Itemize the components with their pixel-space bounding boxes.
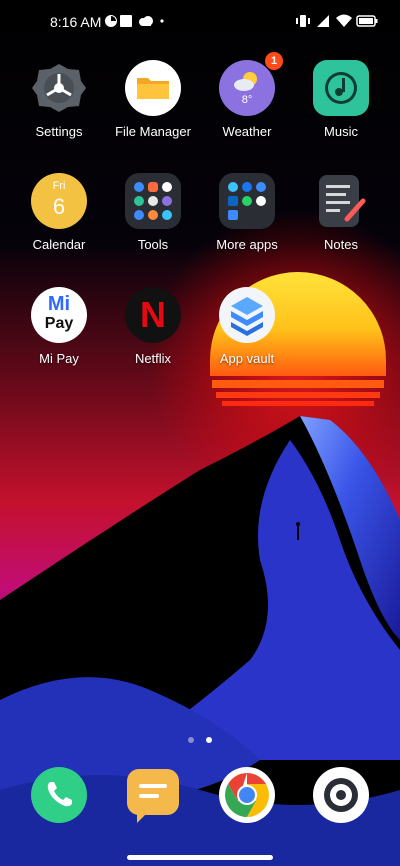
calendar-day: Fri: [52, 180, 66, 192]
sync-icon: [105, 15, 117, 27]
phone-icon: [31, 767, 87, 823]
app-label: Notes: [324, 237, 358, 252]
dock: [0, 767, 400, 823]
app-label: Mi Pay: [39, 351, 79, 366]
cloud-icon: [139, 16, 153, 26]
app-notes[interactable]: Notes: [291, 173, 391, 252]
dock-chrome[interactable]: [197, 767, 297, 823]
page-dot[interactable]: [187, 737, 194, 743]
app-mi-pay[interactable]: Mi Pay Mi Pay: [9, 287, 109, 366]
app-netflix[interactable]: N Netflix: [103, 287, 203, 366]
app-label: Weather: [222, 124, 272, 139]
gear-icon: [31, 60, 87, 116]
app-label: Tools: [137, 237, 169, 252]
folder-more-apps[interactable]: More apps: [197, 173, 297, 252]
netflix-mark: N: [140, 294, 166, 335]
camera-icon: [313, 767, 369, 823]
calendar-date: 6: [52, 194, 66, 219]
netflix-icon: N: [125, 287, 181, 343]
dot-icon: [160, 19, 164, 23]
app-label: App vault: [219, 351, 275, 366]
app-label: Netflix: [134, 351, 172, 366]
mi-pay-mark-top: Mi: [47, 293, 71, 315]
vibrate-icon: [296, 15, 310, 27]
mi-pay-icon: Mi Pay: [31, 287, 87, 343]
dock-phone[interactable]: [9, 767, 109, 823]
notification-badge: 1: [265, 52, 283, 70]
music-icon: [313, 60, 369, 116]
signal-icon: [317, 15, 329, 27]
app-label: Settings: [35, 124, 83, 139]
notification-square-icon: [120, 15, 132, 27]
calendar-icon: Fri 6: [31, 173, 87, 229]
page-dot-active[interactable]: [206, 737, 213, 743]
wifi-icon: [336, 14, 352, 27]
dock-camera[interactable]: [291, 767, 391, 823]
folder-tools[interactable]: Tools: [103, 173, 203, 252]
battery-icon: [356, 15, 378, 27]
status-time: 8:16 AM: [50, 14, 102, 30]
weather-icon: 8° 1: [219, 52, 283, 116]
app-weather[interactable]: 8° 1 Weather: [197, 52, 297, 139]
app-label: More apps: [216, 237, 278, 252]
app-file-manager[interactable]: File Manager: [103, 60, 203, 139]
messages-icon: [125, 767, 181, 823]
status-bar: 8:16 AM: [0, 0, 400, 44]
home-indicator[interactable]: [127, 855, 273, 860]
notes-icon: [313, 173, 369, 229]
weather-temp: 8°: [241, 94, 253, 106]
app-settings[interactable]: Settings: [9, 60, 109, 139]
folder-grid-icon: [219, 173, 275, 229]
app-vault-icon: [219, 287, 275, 343]
app-calendar[interactable]: Fri 6 Calendar: [9, 173, 109, 252]
app-label: Calendar: [32, 237, 86, 252]
app-vault[interactable]: App vault: [197, 287, 297, 366]
folder-icon: [125, 60, 181, 116]
mi-pay-mark-bottom: Pay: [44, 315, 74, 332]
page-indicator: [0, 730, 400, 748]
app-label: File Manager: [115, 124, 191, 139]
folder-grid-icon: [125, 173, 181, 229]
dock-messages[interactable]: [103, 767, 203, 823]
chrome-icon: [219, 767, 275, 823]
app-music[interactable]: Music: [291, 60, 391, 139]
app-label: Music: [324, 124, 358, 139]
